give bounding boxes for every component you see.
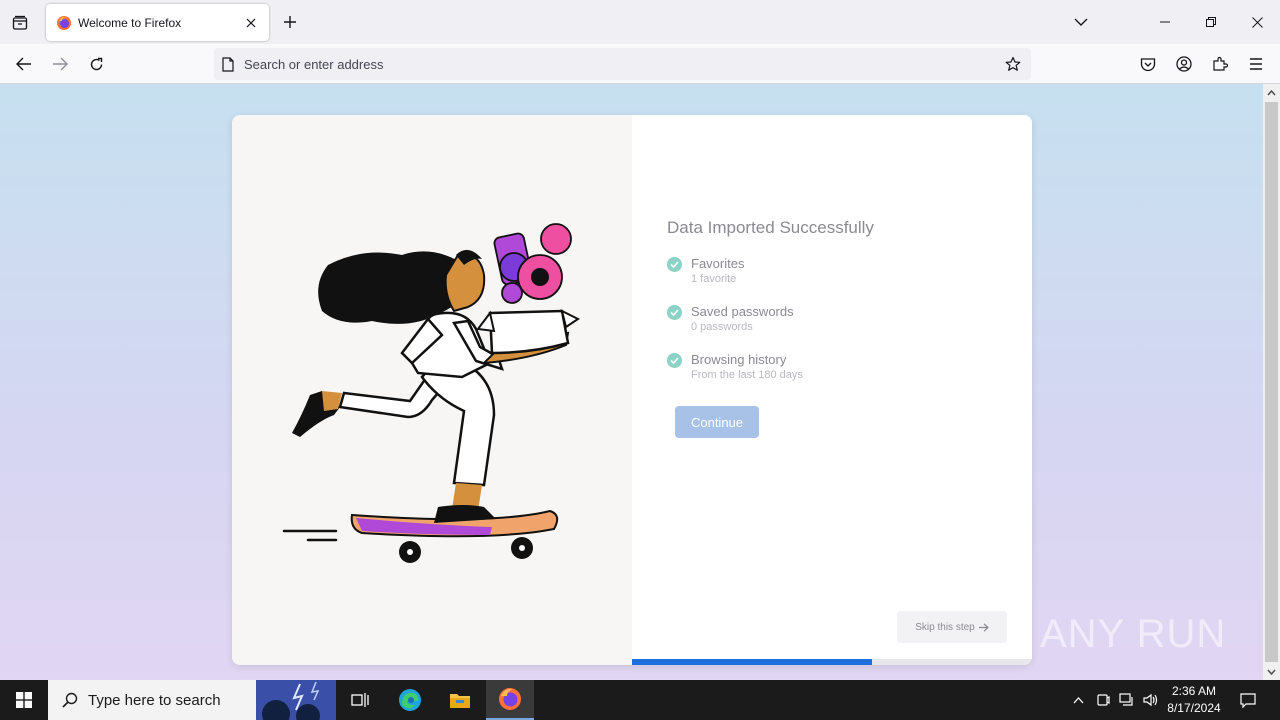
address-bar[interactable] bbox=[214, 48, 1031, 80]
scroll-down-button[interactable] bbox=[1263, 663, 1280, 680]
chevron-up-icon bbox=[1073, 696, 1083, 703]
firefox-logo-icon bbox=[56, 15, 72, 31]
import-item-subtitle: 1 favorite bbox=[691, 273, 737, 285]
edge-icon bbox=[399, 689, 421, 711]
search-highlight-image bbox=[256, 680, 336, 720]
taskbar-clock[interactable]: 2:36 AM 8/17/2024 bbox=[1160, 683, 1228, 717]
close-icon bbox=[1251, 16, 1263, 28]
chevron-down-icon bbox=[1074, 18, 1088, 26]
volume-tray-button[interactable] bbox=[1140, 680, 1162, 720]
show-hidden-icons-button[interactable] bbox=[1068, 680, 1088, 720]
firefox-taskbar-app[interactable] bbox=[486, 680, 534, 720]
close-window-button[interactable] bbox=[1234, 0, 1280, 44]
speaker-icon bbox=[1143, 693, 1158, 707]
import-item-favorites: Favorites 1 favorite bbox=[667, 256, 744, 285]
meet-now-tray-button[interactable] bbox=[1092, 680, 1114, 720]
import-item-subtitle: From the last 180 days bbox=[691, 369, 803, 381]
import-item-passwords: Saved passwords 0 passwords bbox=[667, 304, 794, 333]
pocket-icon bbox=[1140, 57, 1156, 71]
scroll-thumb[interactable] bbox=[1265, 102, 1278, 662]
notification-icon bbox=[1240, 692, 1256, 708]
folder-icon bbox=[450, 694, 470, 708]
minimize-icon bbox=[1160, 21, 1170, 23]
menu-button[interactable] bbox=[1242, 50, 1270, 78]
check-icon bbox=[667, 257, 682, 272]
firefox-logo-icon bbox=[499, 688, 521, 710]
watermark-text: ANY RUN bbox=[1040, 612, 1227, 656]
taskbar-search-box[interactable]: Type here to search bbox=[48, 680, 336, 720]
import-item-history: Browsing history From the last 180 days bbox=[667, 352, 803, 381]
caret-up-icon bbox=[1267, 89, 1276, 95]
check-icon bbox=[667, 353, 682, 368]
firefox-view-button[interactable] bbox=[6, 9, 34, 37]
restore-icon bbox=[1206, 17, 1216, 27]
account-icon bbox=[1176, 56, 1192, 72]
puzzle-icon bbox=[1213, 56, 1228, 71]
task-view-button[interactable] bbox=[336, 680, 384, 720]
reload-button[interactable] bbox=[82, 50, 110, 78]
onboarding-card: Data Imported Successfully Favorites 1 f… bbox=[232, 115, 1032, 665]
illustration-panel bbox=[232, 115, 632, 665]
plus-icon bbox=[284, 16, 296, 28]
bookmark-star-button[interactable] bbox=[1001, 52, 1025, 76]
tab-title: Welcome to Firefox bbox=[78, 15, 182, 30]
skip-step-button[interactable]: Skip this step bbox=[897, 611, 1007, 643]
clock-date: 8/17/2024 bbox=[1167, 701, 1221, 715]
search-icon bbox=[62, 692, 78, 708]
back-button[interactable] bbox=[10, 50, 38, 78]
import-heading: Data Imported Successfully bbox=[667, 218, 874, 237]
skip-step-label: Skip this step bbox=[915, 621, 975, 633]
close-tab-icon[interactable] bbox=[239, 11, 263, 35]
import-item-title: Favorites bbox=[691, 256, 745, 271]
onboarding-progress-bar bbox=[632, 659, 1032, 665]
network-tray-button[interactable] bbox=[1116, 680, 1138, 720]
import-item-title: Browsing history bbox=[691, 352, 787, 367]
caret-down-icon bbox=[1267, 669, 1276, 675]
scroll-up-button[interactable] bbox=[1263, 84, 1280, 101]
anyrun-watermark: ANY RUN bbox=[1040, 612, 1226, 657]
page-content: Data Imported Successfully Favorites 1 f… bbox=[0, 84, 1263, 680]
extensions-button[interactable] bbox=[1206, 50, 1234, 78]
forward-button[interactable] bbox=[46, 50, 74, 78]
reload-icon bbox=[90, 57, 102, 70]
skateboarder-illustration bbox=[282, 223, 580, 563]
firefox-view-icon bbox=[12, 15, 28, 30]
device-icon bbox=[1097, 694, 1110, 706]
import-item-title: Saved passwords bbox=[691, 304, 794, 319]
search-placeholder: Type here to search bbox=[88, 691, 221, 709]
navigation-toolbar bbox=[0, 44, 1280, 84]
new-tab-button[interactable] bbox=[276, 8, 304, 36]
windows-logo-icon bbox=[16, 692, 32, 708]
star-icon bbox=[1005, 56, 1021, 71]
import-item-subtitle: 0 passwords bbox=[691, 321, 753, 333]
check-icon bbox=[667, 305, 682, 320]
page-icon bbox=[222, 56, 234, 72]
clock-time: 2:36 AM bbox=[1171, 684, 1217, 698]
windows-taskbar: Type here to search 2:36 AM 8/17/2024 bbox=[0, 680, 1280, 720]
back-arrow-icon bbox=[16, 57, 31, 71]
vertical-scrollbar[interactable] bbox=[1263, 84, 1280, 680]
file-explorer-taskbar-app[interactable] bbox=[436, 680, 484, 720]
address-input[interactable] bbox=[244, 56, 984, 72]
import-summary-panel: Data Imported Successfully Favorites 1 f… bbox=[632, 115, 1032, 665]
minimize-button[interactable] bbox=[1142, 0, 1188, 44]
forward-arrow-icon bbox=[53, 57, 68, 71]
tab-strip: Welcome to Firefox bbox=[0, 0, 1280, 44]
edge-taskbar-app[interactable] bbox=[386, 680, 434, 720]
tab-welcome[interactable]: Welcome to Firefox bbox=[46, 4, 269, 41]
restore-button[interactable] bbox=[1188, 0, 1234, 44]
arrow-right-icon bbox=[978, 622, 989, 632]
start-button[interactable] bbox=[0, 680, 48, 720]
list-all-tabs-button[interactable] bbox=[1066, 8, 1096, 36]
hamburger-menu-icon bbox=[1250, 58, 1262, 70]
account-button[interactable] bbox=[1170, 50, 1198, 78]
task-view-icon bbox=[351, 693, 369, 707]
continue-button[interactable]: Continue bbox=[675, 406, 759, 438]
action-center-button[interactable] bbox=[1234, 680, 1262, 720]
pocket-button[interactable] bbox=[1134, 50, 1162, 78]
progress-fill bbox=[632, 659, 872, 665]
network-icon bbox=[1119, 693, 1133, 706]
